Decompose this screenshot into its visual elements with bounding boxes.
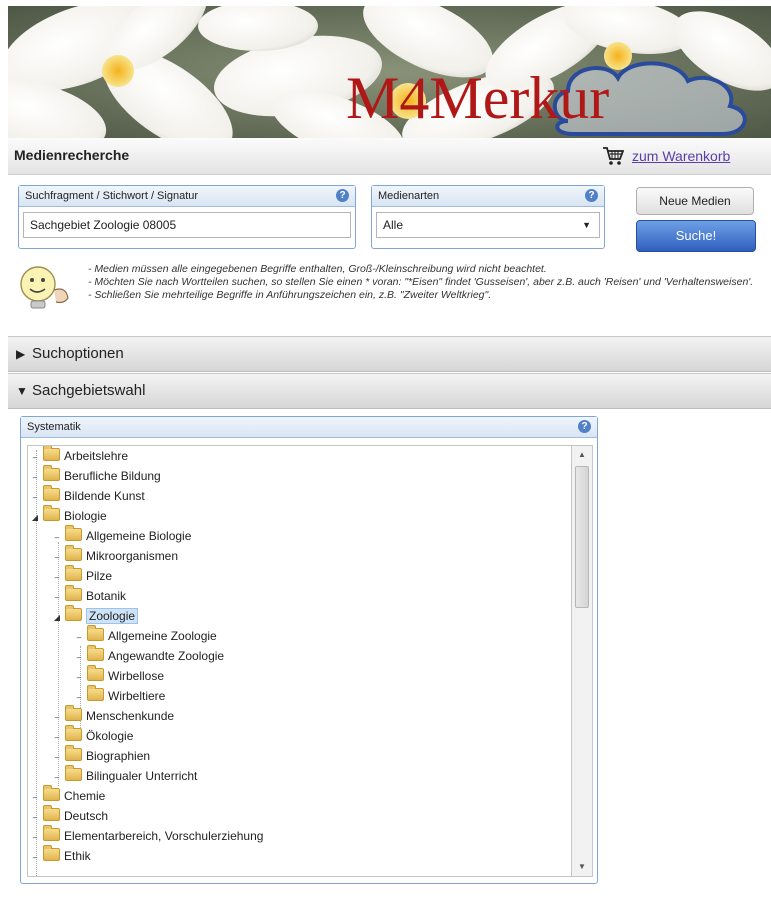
folder-icon <box>65 585 82 601</box>
tree-node-wirbellose[interactable]: – Wirbellose <box>74 665 164 686</box>
folder-icon <box>43 446 60 461</box>
tree-node-menschenkunde[interactable]: – Menschenkunde <box>52 705 174 726</box>
help-icon[interactable]: ? <box>585 189 598 202</box>
media-type-header: Medienarten ? <box>372 186 604 207</box>
media-type-select[interactable]: Alle ▼ <box>376 212 600 238</box>
help-icon[interactable]: ? <box>336 189 349 202</box>
tree-node-oekologie[interactable]: – Ökologie <box>52 725 133 746</box>
triangle-down-icon: ▼ <box>16 384 28 398</box>
tree-node-pilze[interactable]: – Pilze <box>52 565 112 586</box>
tree-node-chemie[interactable]: – Chemie <box>30 785 105 806</box>
tree-node-biologie[interactable]: ◢ Biologie <box>30 505 107 528</box>
folder-icon <box>87 645 104 661</box>
hint-line: - Möchten Sie nach Wortteilen suchen, so… <box>88 276 754 288</box>
search-options-label: Suchoptionen <box>32 345 124 362</box>
media-type-value: Alle <box>383 218 404 232</box>
title-bar: Medienrecherche zum Warenkorb <box>8 138 771 175</box>
systematik-panel: Systematik ? – Arbeitslehre – Berufliche B… <box>20 416 598 884</box>
tree-node-arbeitslehre[interactable]: – Arbeitslehre <box>30 446 128 466</box>
scrollbar-thumb[interactable] <box>575 466 589 608</box>
folder-icon <box>65 545 82 561</box>
tree-node-deutsch[interactable]: – Deutsch <box>30 805 108 826</box>
shopping-cart-icon[interactable] <box>602 146 624 166</box>
tree-node-bilingualer-unterricht[interactable]: – Bilingualer Unterricht <box>52 765 197 786</box>
cart-link[interactable]: zum Warenkorb <box>632 148 730 164</box>
expand-triangle-icon[interactable]: ◢ <box>52 608 62 628</box>
header-banner: M4Merkur <box>8 6 771 138</box>
tree-node-bildende-kunst[interactable]: – Bildende Kunst <box>30 485 145 506</box>
folder-icon <box>65 605 82 621</box>
help-icon[interactable]: ? <box>578 420 591 433</box>
folder-icon <box>43 465 60 481</box>
folder-icon <box>65 765 82 781</box>
dropdown-arrow-icon: ▼ <box>582 220 591 230</box>
search-input[interactable]: Sachgebiet Zoologie 08005 <box>23 212 351 238</box>
search-fragment-label: Suchfragment / Stichwort / Signatur <box>25 190 199 202</box>
folder-icon <box>65 725 82 741</box>
folder-icon <box>43 825 60 841</box>
folder-icon <box>43 505 60 521</box>
search-hints: - Medien müssen alle eingegebenen Begrif… <box>88 263 758 302</box>
new-media-button[interactable]: Neue Medien <box>636 187 754 215</box>
folder-icon <box>65 565 82 581</box>
media-type-box: Medienarten ? Alle ▼ <box>371 185 605 249</box>
tree-node-botanik[interactable]: – Botanik <box>52 585 126 606</box>
folder-icon <box>43 785 60 801</box>
category-tree: – Arbeitslehre – Berufliche Bildung – Bilde… <box>27 445 571 877</box>
folder-icon <box>87 665 104 681</box>
folder-icon <box>43 845 60 861</box>
tree-node-biographien[interactable]: – Biographien <box>52 745 150 766</box>
media-type-label: Medienarten <box>378 190 440 202</box>
systematik-label: Systematik <box>27 421 81 433</box>
lightbulb-hint-icon <box>20 266 69 309</box>
search-fragment-box: Suchfragment / Stichwort / Signatur ? Sa… <box>18 185 356 249</box>
subject-selection-label: Sachgebietswahl <box>32 382 146 399</box>
tree-node-mikroorganismen[interactable]: – Mikroorganismen <box>52 545 178 566</box>
hint-line: - Schließen Sie mehrteilige Begriffe in … <box>88 289 492 301</box>
tree-node-elementarbereich[interactable]: – Elementarbereich, Vorschulerziehung <box>30 825 263 846</box>
scroll-up-arrow-icon[interactable]: ▲ <box>572 448 592 462</box>
search-options-toggle[interactable]: ▶ Suchoptionen <box>8 336 771 372</box>
logo-text: M4Merkur <box>346 65 610 131</box>
tree-node-ethik[interactable]: – Ethik <box>30 845 91 866</box>
folder-icon <box>43 485 60 501</box>
scroll-down-arrow-icon[interactable]: ▼ <box>572 860 592 874</box>
folder-icon <box>87 625 104 641</box>
folder-icon <box>65 525 82 541</box>
hint-line: - Medien müssen alle eingegebenen Begrif… <box>88 263 547 275</box>
tree-node-angewandte-zoologie[interactable]: – Angewandte Zoologie <box>74 645 224 666</box>
tree-node-zoologie[interactable]: ◢ Zoologie <box>52 605 139 628</box>
systematik-header: Systematik ? <box>21 417 597 438</box>
subject-selection-toggle[interactable]: ▼ Sachgebietswahl <box>8 373 771 409</box>
expand-triangle-icon[interactable]: ◢ <box>30 508 40 528</box>
search-button[interactable]: Suche! <box>636 220 756 252</box>
folder-icon <box>43 805 60 821</box>
page-title: Medienrecherche <box>14 147 130 163</box>
tree-node-wirbeltiere[interactable]: – Wirbeltiere <box>74 685 165 706</box>
tree-node-allgemeine-biologie[interactable]: – Allgemeine Biologie <box>52 525 191 546</box>
tree-scrollbar[interactable]: ▲ ▼ <box>571 445 593 877</box>
tree-node-berufliche-bildung[interactable]: – Berufliche Bildung <box>30 465 161 486</box>
tree-node-allgemeine-zoologie[interactable]: – Allgemeine Zoologie <box>74 625 217 646</box>
folder-icon <box>65 705 82 721</box>
triangle-right-icon: ▶ <box>16 347 26 361</box>
folder-icon <box>65 745 82 761</box>
folder-icon <box>87 685 104 701</box>
search-fragment-header: Suchfragment / Stichwort / Signatur ? <box>19 186 355 207</box>
